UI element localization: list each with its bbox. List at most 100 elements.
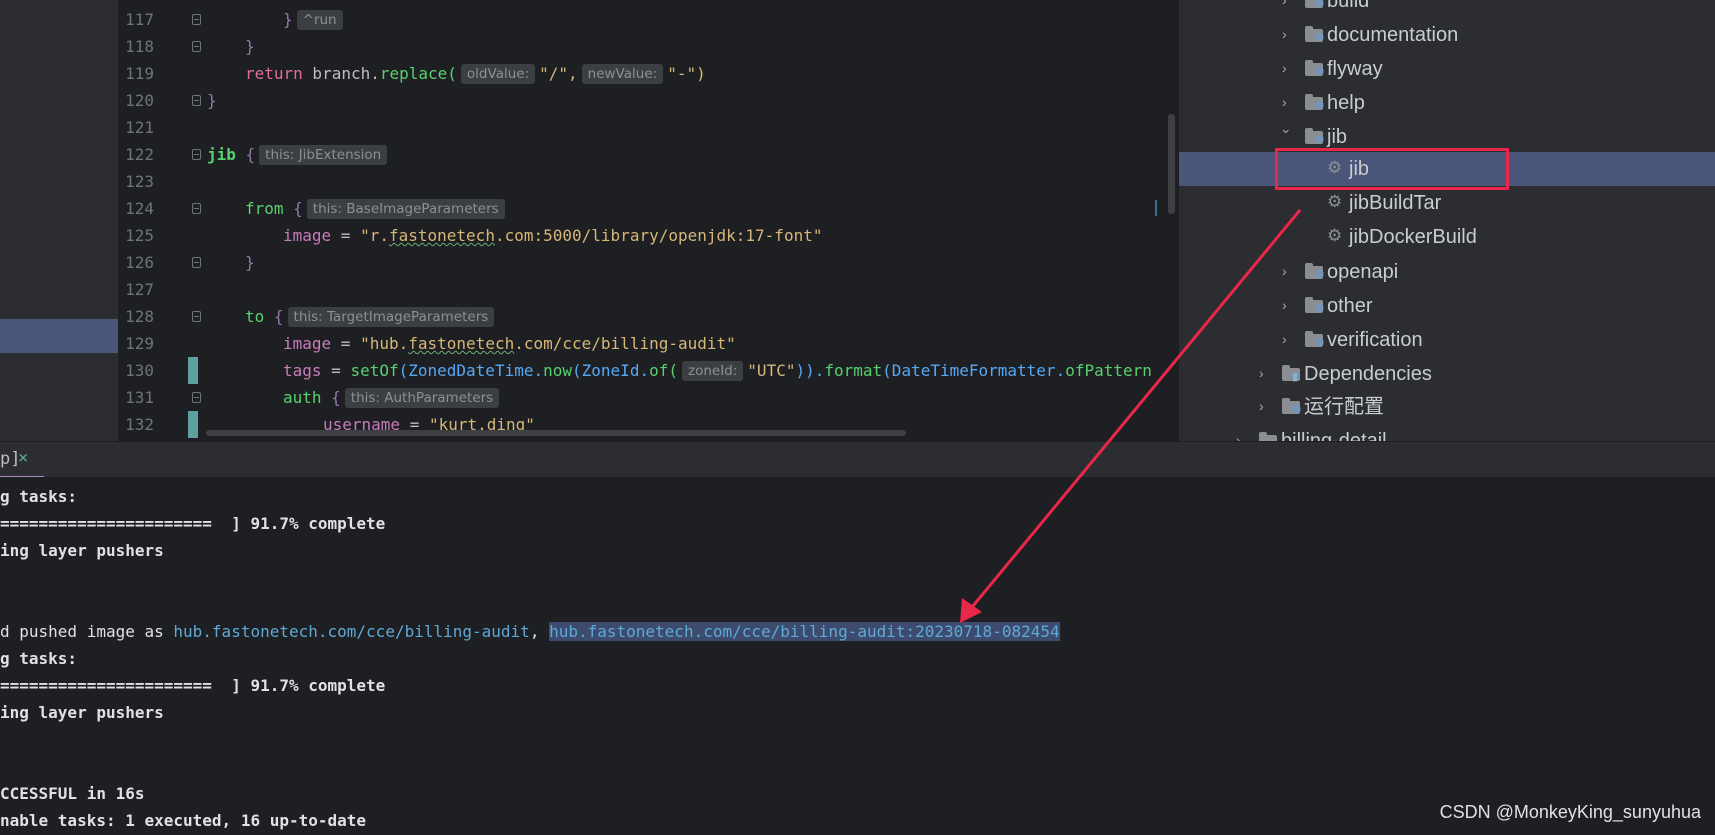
tree-item-other[interactable]: › ⚙ other [1179, 289, 1715, 323]
chevron-right-icon[interactable]: › [1282, 95, 1296, 109]
fold-marker-icon[interactable] [192, 14, 201, 25]
console-line: nable tasks: 1 executed, 16 up-to-date [0, 811, 367, 830]
code-editor[interactable]: 117 118 119 120 121 122 123 124 125 126 … [118, 0, 1179, 441]
code-line-125: image = "r.fastonetech.com:5000/library/… [283, 226, 823, 245]
run-console-output[interactable]: g tasks: ====================== ] 91.7% … [0, 477, 1715, 835]
close-icon[interactable]: × [18, 448, 28, 468]
editor-horizontal-scrollbar[interactable] [206, 430, 906, 436]
scroll-marker [1155, 200, 1157, 216]
console-line: ====================== ] 91.7% complete [0, 676, 386, 695]
task-folder-icon: ⚙ [1305, 94, 1325, 112]
code-line-122: jib {this: JibExtension [207, 141, 391, 168]
task-folder-icon: ⚙ [1305, 128, 1325, 146]
tree-item-verification[interactable]: › ⚙ verification [1179, 323, 1715, 357]
chevron-right-icon[interactable]: › [1282, 332, 1296, 346]
inlay-hint: ^run [296, 10, 343, 30]
inlay-hint: oldValue: [460, 64, 536, 84]
tree-item-label: jibDockerBuild [1349, 226, 1477, 248]
code-line-128: to {this: TargetImageParameters [245, 303, 498, 330]
inlay-hint: zoneId: [681, 361, 744, 381]
editor-vertical-scrollbar[interactable] [1168, 114, 1175, 214]
tree-item-label: 运行配置 [1304, 396, 1384, 418]
run-config-folder-icon: ⚙ [1282, 398, 1302, 416]
tree-item-documentation[interactable]: › ⚙ documentation [1179, 18, 1715, 52]
chevron-right-icon[interactable]: › [1282, 0, 1296, 7]
line-number: 123 [125, 172, 154, 191]
module-icon [1259, 432, 1279, 441]
line-number: 119 [125, 64, 154, 83]
tree-item-label: jib [1327, 126, 1348, 148]
code-line-126: } [245, 253, 255, 272]
code-line-124: from {this: BaseImageParameters [245, 195, 509, 222]
line-number: 124 [125, 199, 154, 218]
image-link[interactable]: hub.fastonetech.com/cce/billing-audit [173, 622, 529, 641]
chevron-right-icon[interactable]: › [1236, 433, 1250, 441]
console-line: g tasks: [0, 487, 78, 506]
line-number: 131 [125, 388, 154, 407]
chevron-right-icon[interactable]: › [1282, 27, 1296, 41]
code-line-131: auth {this: AuthParameters [283, 384, 503, 411]
line-number: 125 [125, 226, 154, 245]
tree-item-flyway[interactable]: › ⚙ flyway [1179, 52, 1715, 86]
gear-icon: ⚙ [1327, 192, 1343, 211]
chevron-right-icon[interactable]: › [1259, 399, 1273, 413]
task-folder-icon: ⚙ [1305, 0, 1325, 10]
inlay-hint: this: TargetImageParameters [287, 307, 495, 327]
inlay-hint: newValue: [581, 64, 664, 84]
console-line-pushed: d pushed image as hub.fastonetech.com/cc… [0, 622, 1060, 641]
line-number: 117 [125, 10, 154, 29]
inlay-hint: this: BaseImageParameters [306, 199, 505, 219]
inlay-hint: this: AuthParameters [344, 388, 500, 408]
tree-item-jibbuildtar[interactable]: ⚙ jibBuildTar [1179, 186, 1715, 220]
tree-item-label: Dependencies [1304, 363, 1432, 385]
tree-item-help[interactable]: › ⚙ help [1179, 86, 1715, 120]
fold-marker-icon[interactable] [192, 41, 201, 52]
line-number: 127 [125, 280, 154, 299]
tree-item-build[interactable]: › ⚙ build [1179, 0, 1715, 18]
annotation-highlight-box [1275, 148, 1509, 190]
console-line: ====================== ] 91.7% complete [0, 514, 386, 533]
code-line-118: } [245, 37, 255, 56]
console-line: CCESSFUL in 16s [0, 784, 145, 803]
console-line: ing layer pushers [0, 703, 164, 722]
fold-marker-icon[interactable] [192, 149, 201, 160]
code-line-119: return branch.replace(oldValue: "/", newVa… [245, 64, 706, 84]
tree-item-billing-detail[interactable]: › billing-detail [1179, 424, 1715, 441]
tree-item-label: billing-detail [1281, 430, 1387, 441]
chevron-right-icon[interactable]: › [1259, 366, 1273, 380]
gradle-task-tree: › ⚙ build › ⚙ documentation › ⚙ flyway ›… [1179, 0, 1715, 441]
tree-item-dependencies[interactable]: › ▮ Dependencies [1179, 357, 1715, 391]
run-tab-bar: p] × [0, 441, 1715, 478]
chevron-right-icon[interactable]: › [1282, 264, 1296, 278]
chevron-right-icon[interactable]: › [1282, 298, 1296, 312]
line-number: 120 [125, 91, 154, 110]
line-number: 132 [125, 415, 154, 434]
tree-item-run-configurations[interactable]: › ⚙ 运行配置 [1179, 390, 1715, 424]
change-marker [188, 357, 198, 384]
console-line: g tasks: [0, 649, 78, 668]
tree-item-openapi[interactable]: › ⚙ openapi [1179, 255, 1715, 289]
line-number: 121 [125, 118, 154, 137]
tree-item-jibdockerbuild[interactable]: ⚙ jibDockerBuild [1179, 220, 1715, 254]
left-strip-selection[interactable] [0, 319, 118, 353]
tree-item-label: documentation [1327, 24, 1459, 46]
tree-item-label: openapi [1327, 261, 1399, 283]
fold-marker-icon[interactable] [192, 203, 201, 214]
line-number: 122 [125, 145, 154, 164]
chevron-down-icon[interactable]: › [1279, 129, 1295, 143]
tree-item-label: jibBuildTar [1349, 192, 1442, 214]
fold-marker-icon[interactable] [192, 392, 201, 403]
watermark: CSDN @MonkeyKing_sunyuhua [1439, 802, 1701, 822]
editor-gutter: 117 118 119 120 121 122 123 124 125 126 … [118, 0, 204, 441]
line-number: 128 [125, 307, 154, 326]
task-folder-icon: ⚙ [1305, 331, 1325, 349]
left-project-strip [0, 0, 118, 441]
fold-marker-icon[interactable] [192, 95, 201, 106]
fold-marker-icon[interactable] [192, 311, 201, 322]
line-number: 130 [125, 361, 154, 380]
chevron-right-icon[interactable]: › [1282, 61, 1296, 75]
image-link-highlighted[interactable]: hub.fastonetech.com/cce/billing-audit:20… [549, 622, 1060, 641]
run-tab[interactable]: p] × [0, 442, 44, 478]
console-line: ing layer pushers [0, 541, 164, 560]
fold-marker-icon[interactable] [192, 257, 201, 268]
